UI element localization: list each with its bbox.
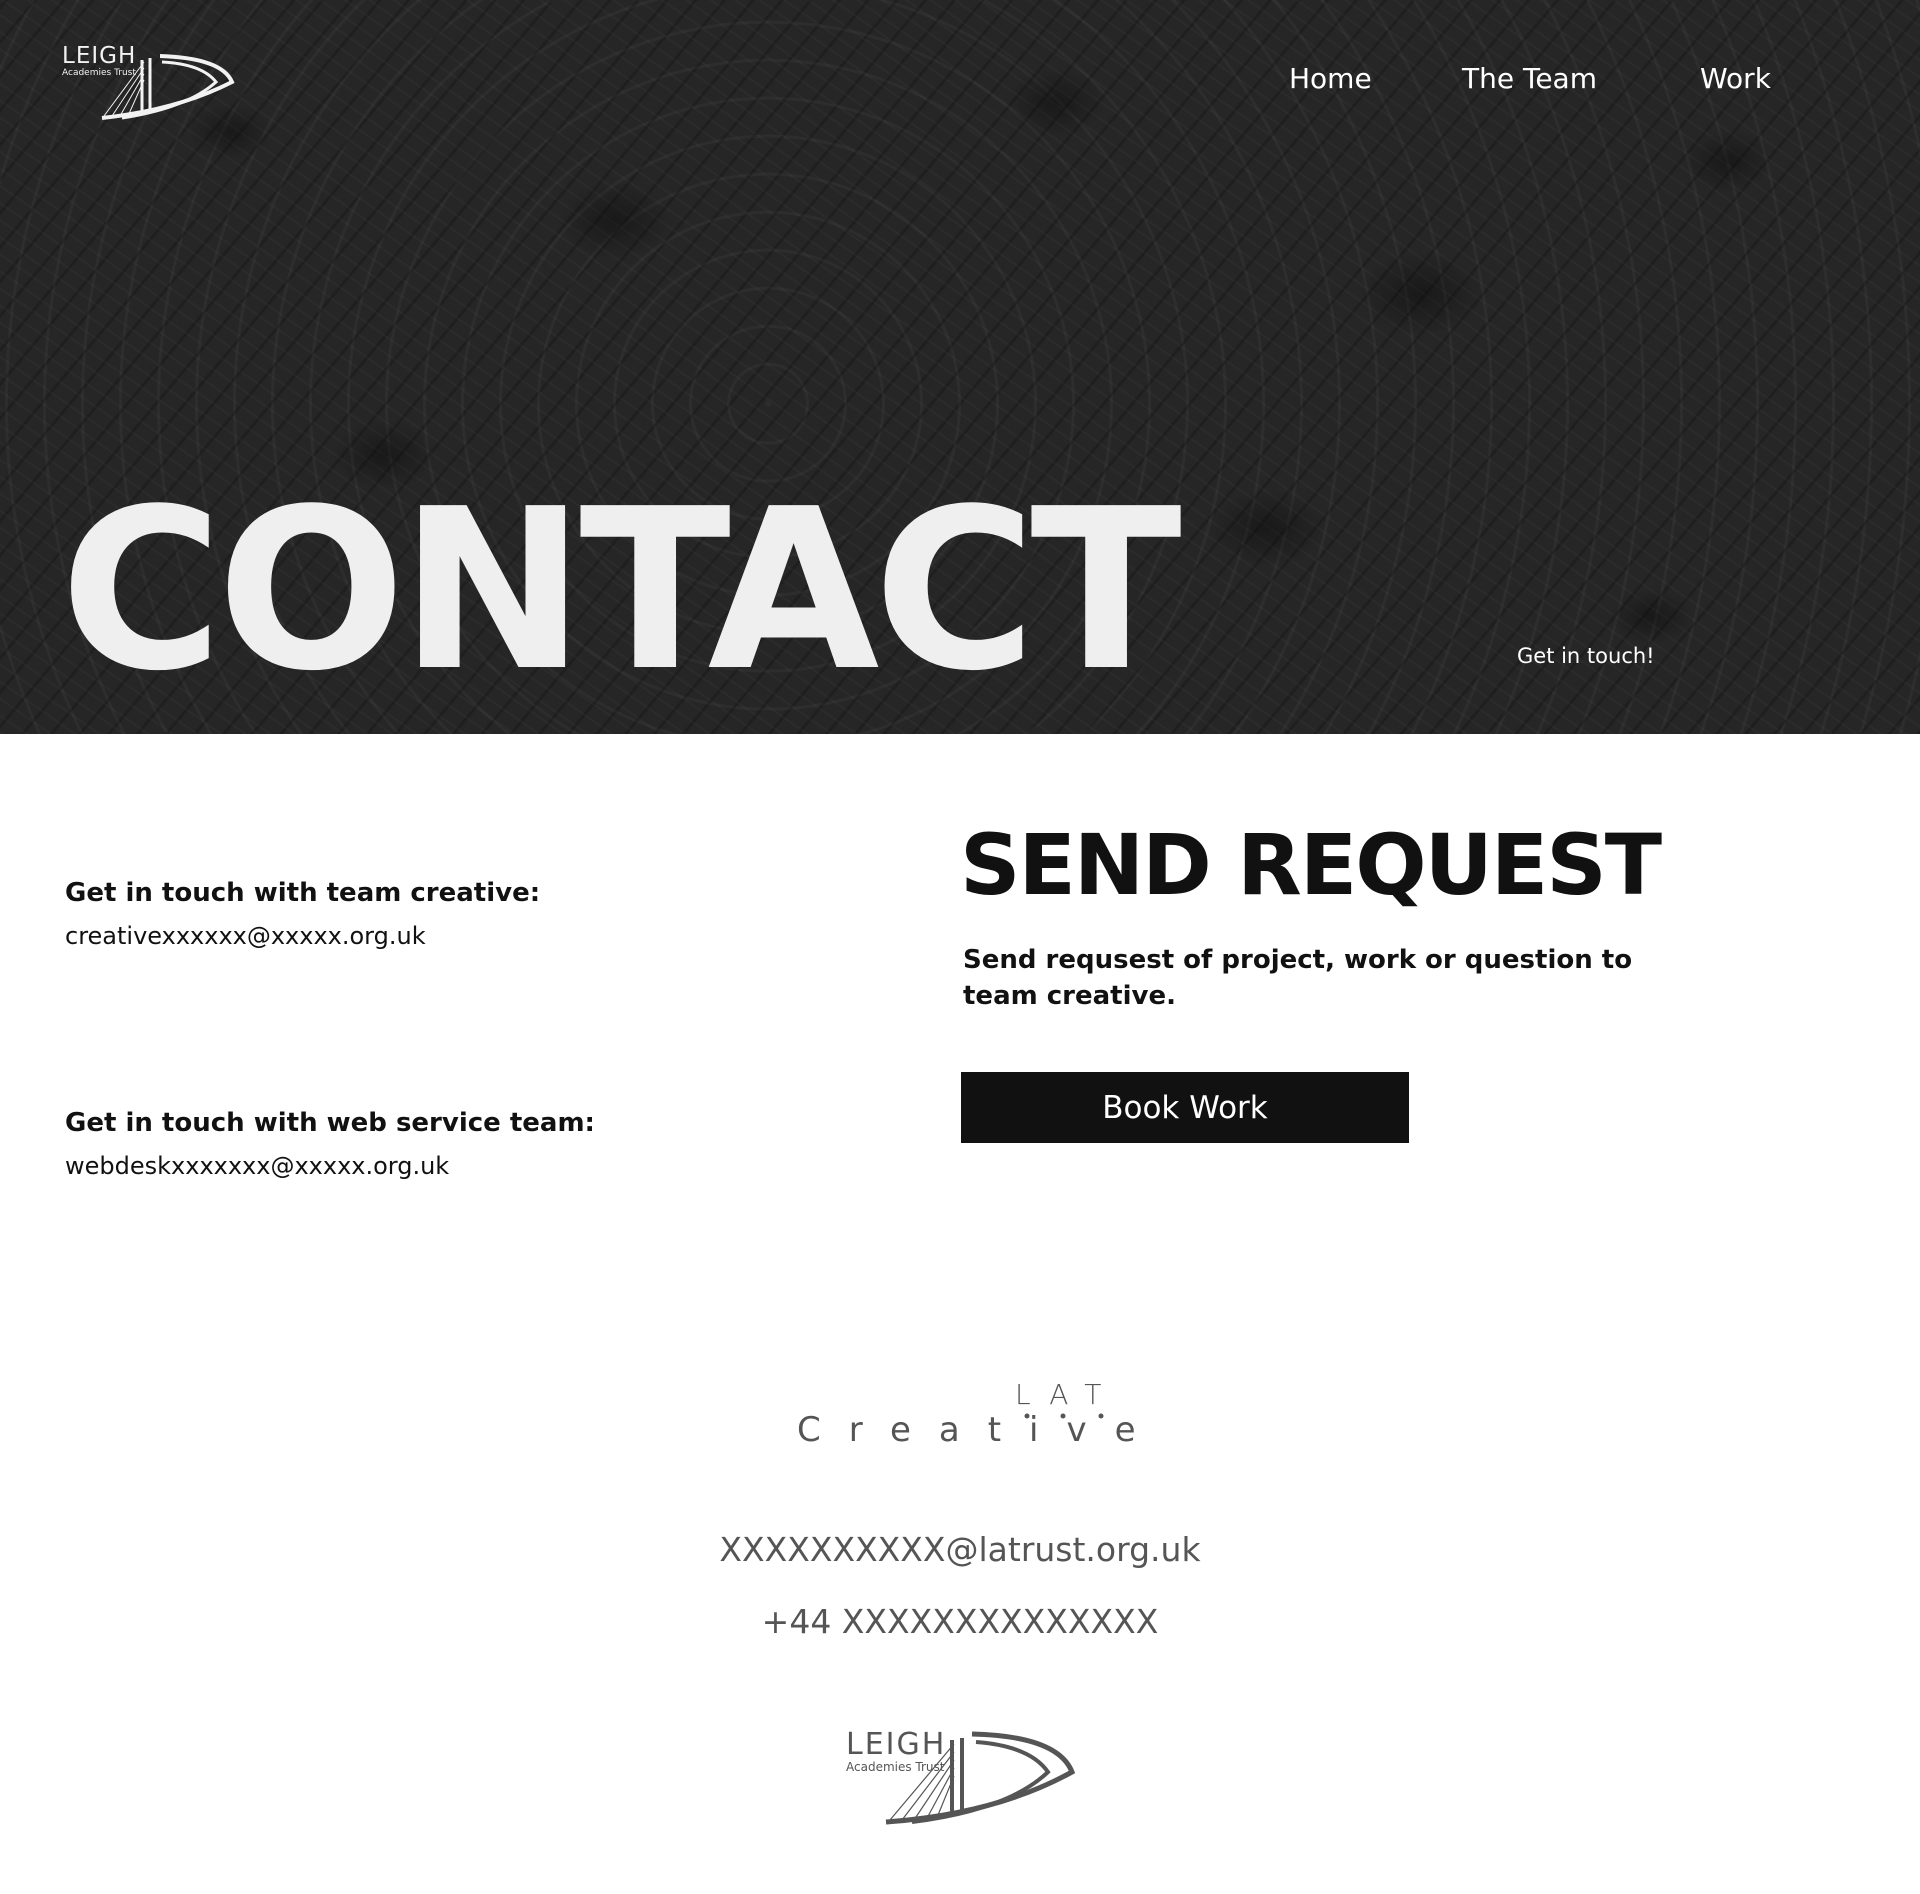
hero-banner: LEIGH Academies Trust Home The Team Work…: [0, 0, 1920, 734]
logo-name: LEIGH: [846, 1727, 947, 1762]
nav-work[interactable]: Work: [1700, 62, 1771, 95]
contact-email-link[interactable]: webdeskxxxxxxx@xxxxx.org.uk: [65, 1152, 595, 1180]
brand-creative: Creative: [797, 1410, 1164, 1450]
leigh-logo-footer: LEIGH Academies Trust: [846, 1726, 1076, 1826]
nav-home[interactable]: Home: [1289, 62, 1372, 95]
contact-email-link[interactable]: creativexxxxxx@xxxxx.org.uk: [65, 922, 540, 950]
send-request-description: Send requsest of project, work or questi…: [963, 945, 1633, 1011]
brand-lat: LAT: [1015, 1378, 1120, 1411]
contact-creative: Get in touch with team creative: creativ…: [65, 878, 540, 950]
hero-subtitle: Get in touch!: [1517, 644, 1655, 668]
main-nav: Home The Team Work: [0, 62, 1920, 102]
contact-label: Get in touch with web service team:: [65, 1108, 595, 1138]
lat-creative-logo: LAT Creative: [797, 1378, 1137, 1450]
send-request-title: SEND REQUEST: [960, 816, 1662, 914]
page-title: CONTACT: [60, 462, 1182, 720]
footer-phone: +44 XXXXXXXXXXXXXX: [761, 1602, 1159, 1641]
contact-web-service: Get in touch with web service team: webd…: [65, 1108, 595, 1180]
contact-label: Get in touch with team creative:: [65, 878, 541, 908]
nav-the-team[interactable]: The Team: [1462, 62, 1597, 95]
book-work-button[interactable]: Book Work: [961, 1072, 1409, 1143]
footer-email-link[interactable]: XXXXXXXXXX@latrust.org.uk: [0, 1530, 1920, 1569]
logo-tagline: Academies Trust: [846, 1760, 945, 1774]
